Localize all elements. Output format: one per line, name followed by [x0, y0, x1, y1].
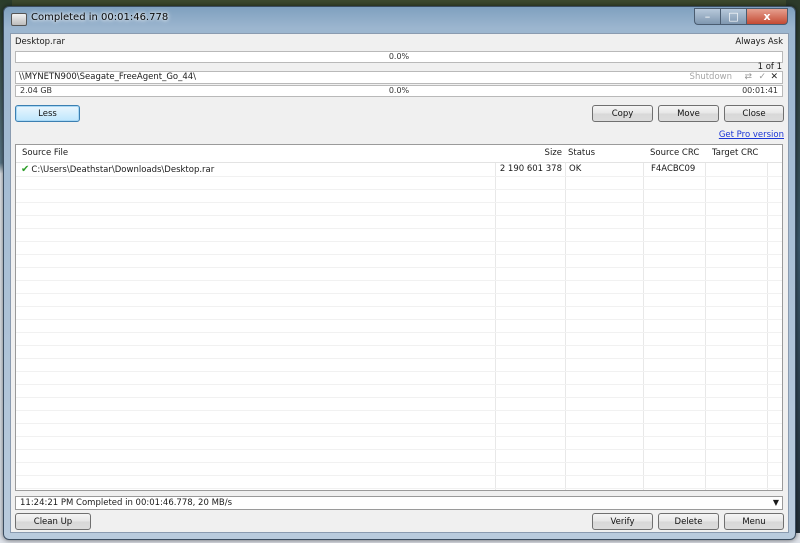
- check-icon: ✔: [21, 164, 30, 175]
- header-source-file[interactable]: Source File: [19, 145, 71, 162]
- table-header: Source File Size Status Source CRC Targe…: [16, 145, 782, 163]
- header-target-crc[interactable]: Target CRC: [709, 145, 761, 162]
- cell-source-crc: F4ACBC09: [651, 164, 696, 174]
- window-client-area: Desktop.rar Always Ask 0.0% \\MYNETN900\…: [10, 33, 789, 533]
- row-divider: [16, 202, 782, 203]
- row-divider: [16, 215, 782, 216]
- cell-source-file: ✔ C:\Users\Deathstar\Downloads\Desktop.ra…: [18, 163, 217, 176]
- row-divider: [16, 436, 782, 437]
- cancel-x-icon[interactable]: ✕: [770, 72, 778, 82]
- total-progress-bar: 2.04 GB 0.0% 00:01:41: [15, 85, 783, 97]
- row-divider: [16, 488, 782, 489]
- status-text: 11:24:21 PM Completed in 00:01:46.778, 2…: [20, 498, 233, 508]
- row-divider: [16, 280, 782, 281]
- status-dropdown[interactable]: 11:24:21 PM Completed in 00:01:46.778, 2…: [15, 496, 783, 510]
- verify-button[interactable]: Verify: [592, 513, 653, 530]
- row-divider: [16, 306, 782, 307]
- row-divider: [16, 228, 782, 229]
- copy-window: Completed in 00:01:46.778 – □ x Desktop.…: [3, 6, 796, 540]
- window-title: Completed in 00:01:46.778: [31, 12, 169, 23]
- row-divider: [16, 410, 782, 411]
- header-status[interactable]: Status: [565, 145, 598, 162]
- col-divider: [565, 145, 566, 490]
- total-progress-percent: 0.0%: [388, 86, 410, 95]
- current-file-name: Desktop.rar: [15, 37, 65, 47]
- file-table: Source File Size Status Source CRC Targe…: [15, 144, 783, 491]
- row-divider: [16, 241, 782, 242]
- maximize-button[interactable]: □: [720, 8, 746, 25]
- destination-path: \\MYNETN900\Seagate_FreeAgent_Go_44\: [19, 72, 197, 82]
- cell-status: OK: [569, 164, 582, 174]
- source-row: Desktop.rar Always Ask: [15, 37, 783, 51]
- dropdown-arrow-icon[interactable]: ▼: [773, 497, 779, 509]
- row-divider: [16, 475, 782, 476]
- header-source-crc[interactable]: Source CRC: [647, 145, 702, 162]
- overwrite-mode[interactable]: Always Ask: [735, 37, 783, 47]
- source-file-path: C:\Users\Deathstar\Downloads\Desktop.rar: [31, 165, 215, 175]
- title-bar[interactable]: Completed in 00:01:46.778 – □ x: [4, 7, 795, 31]
- shutdown-option[interactable]: Shutdown: [690, 72, 732, 82]
- row-divider: [16, 423, 782, 424]
- row-divider: [16, 371, 782, 372]
- row-divider: [16, 345, 782, 346]
- elapsed-time: 00:01:41: [742, 86, 778, 95]
- clean-up-button[interactable]: Clean Up: [15, 513, 91, 530]
- destination-row: \\MYNETN900\Seagate_FreeAgent_Go_44\ Shu…: [15, 71, 783, 84]
- col-divider: [495, 145, 496, 490]
- header-size[interactable]: Size: [495, 145, 565, 162]
- window-controls: – □ x: [694, 8, 788, 25]
- file-progress-bar: 0.0%: [15, 51, 783, 63]
- shutdown-options-icon[interactable]: ⇄: [744, 72, 752, 82]
- row-divider: [16, 397, 782, 398]
- row-divider: [16, 319, 782, 320]
- file-count: 1 of 1: [757, 62, 782, 72]
- close-button[interactable]: Close: [724, 105, 784, 122]
- col-divider: [767, 145, 768, 490]
- close-window-button[interactable]: x: [746, 8, 788, 25]
- row-divider: [16, 449, 782, 450]
- row-divider: [16, 176, 782, 177]
- menu-button[interactable]: Menu: [724, 513, 784, 530]
- row-divider: [16, 254, 782, 255]
- move-button[interactable]: Move: [658, 105, 719, 122]
- file-progress-percent: 0.0%: [388, 52, 410, 61]
- row-divider: [16, 462, 782, 463]
- row-divider: [16, 267, 782, 268]
- cell-size: 2 190 601 378: [499, 164, 562, 174]
- app-icon: [11, 13, 27, 26]
- get-pro-link[interactable]: Get Pro version: [719, 130, 784, 140]
- row-divider: [16, 332, 782, 333]
- delete-button[interactable]: Delete: [658, 513, 719, 530]
- cell-target-crc: [708, 163, 714, 176]
- confirm-check-icon[interactable]: ✓: [758, 72, 766, 82]
- row-divider: [16, 384, 782, 385]
- minimize-button[interactable]: –: [694, 8, 720, 25]
- row-divider: [16, 358, 782, 359]
- copy-button[interactable]: Copy: [592, 105, 653, 122]
- row-divider: [16, 293, 782, 294]
- col-divider: [705, 145, 706, 490]
- col-divider: [643, 145, 644, 490]
- row-divider: [16, 189, 782, 190]
- less-button[interactable]: Less: [15, 105, 80, 122]
